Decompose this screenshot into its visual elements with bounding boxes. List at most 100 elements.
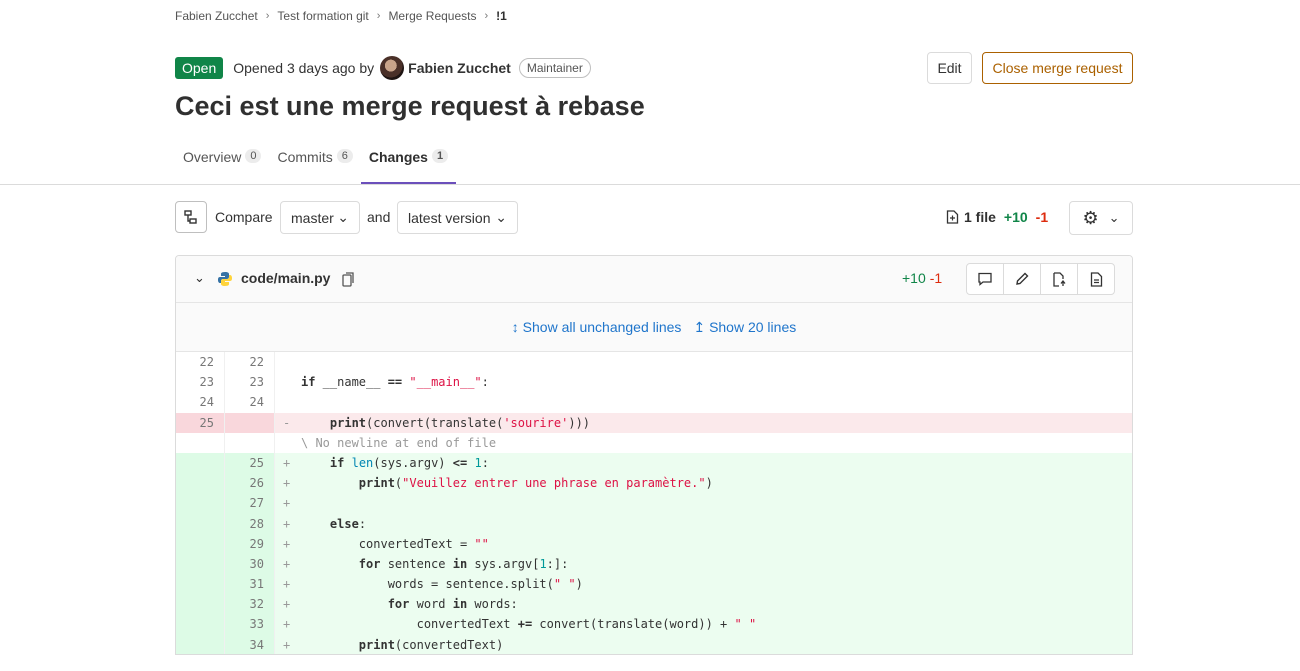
file-path[interactable]: code/main.py <box>241 270 330 286</box>
mr-header: Open Opened 3 days ago by Fabien Zucchet… <box>175 56 591 80</box>
new-line-number[interactable]: 29 <box>225 533 275 554</box>
new-line-number[interactable]: 23 <box>225 372 275 393</box>
tab-count: 6 <box>336 149 353 163</box>
diff-line: 34 + print(convertedText) <box>176 634 1132 654</box>
old-line-number[interactable] <box>176 452 225 474</box>
file-lines-added: +10 <box>902 270 926 286</box>
diff-file-header: ⌄ code/main.py +10 -1 <box>176 256 1132 303</box>
chevron-right-icon: › <box>484 10 489 22</box>
file-external-icon <box>1053 271 1066 287</box>
new-line-number[interactable] <box>225 432 275 453</box>
gear-icon: ⚙ <box>1082 207 1099 228</box>
line-content <box>275 352 1132 372</box>
diff-lines: 22 22 23 23 if __name__ == "__main__": 24 24… <box>176 352 1132 654</box>
old-line-number[interactable] <box>176 493 225 514</box>
old-line-number[interactable] <box>176 594 225 615</box>
author-name[interactable]: Fabien Zucchet <box>408 60 511 76</box>
show-all-unchanged-lines-link[interactable]: ↕ Show all unchanged lines <box>512 319 682 335</box>
breadcrumb: Fabien Zucchet › Test formation git › Merg… <box>175 9 507 23</box>
document-icon <box>1090 271 1102 287</box>
new-line-number[interactable]: 34 <box>225 634 275 654</box>
old-line-number[interactable] <box>176 432 225 453</box>
diff-line: 25 - print(convert(translate('sourire'))) <box>176 412 1132 433</box>
close-merge-request-button[interactable]: Close merge request <box>982 52 1133 84</box>
pencil-icon <box>1016 272 1029 285</box>
breadcrumb-mr-id[interactable]: !1 <box>496 9 507 23</box>
line-content: \ No newline at end of file <box>301 435 497 450</box>
old-line-number[interactable] <box>176 634 225 654</box>
file-tree-icon <box>184 210 197 224</box>
new-line-number[interactable]: 32 <box>225 594 275 615</box>
new-line-number[interactable] <box>225 412 275 433</box>
diff-line: 26 + print("Veuillez entrer une phrase en… <box>176 473 1132 494</box>
old-line-number[interactable]: 23 <box>176 372 225 393</box>
old-line-number[interactable]: 25 <box>176 412 225 433</box>
diff-line: 28 + else: <box>176 513 1132 534</box>
diff-line: \ No newline at end of file <box>176 432 1132 453</box>
diff-line: 29 + convertedText = "" <box>176 533 1132 554</box>
line-content: + print(convertedText) <box>283 637 504 652</box>
line-content: + print("Veuillez entrer une phrase en p… <box>283 476 713 491</box>
tab-label: Changes <box>368 149 428 165</box>
edit-file-button[interactable] <box>1003 263 1041 295</box>
breadcrumb-project[interactable]: Test formation git <box>277 9 368 23</box>
old-line-number[interactable] <box>176 614 225 635</box>
file-diff-icon <box>946 210 959 224</box>
view-source-button[interactable] <box>1077 263 1115 295</box>
tab-changes[interactable]: Changes 1 <box>360 143 457 184</box>
old-line-number[interactable]: 22 <box>176 352 225 373</box>
new-line-number[interactable]: 24 <box>225 392 275 413</box>
line-content: + convertedText += convert(translate(wor… <box>283 617 757 632</box>
new-line-number[interactable]: 30 <box>225 553 275 575</box>
chevron-down-icon[interactable]: ⌄ <box>194 270 205 286</box>
old-line-number[interactable]: 24 <box>176 392 225 413</box>
new-line-number[interactable]: 33 <box>225 614 275 635</box>
diff-stats: 1 file +10 -1 <box>946 209 1048 225</box>
page-title: Ceci est une merge request à rebase <box>175 91 645 121</box>
new-line-number[interactable]: 31 <box>225 574 275 595</box>
status-badge: Open <box>175 57 224 79</box>
old-line-number[interactable] <box>176 533 225 554</box>
python-icon <box>218 272 232 286</box>
link-label: Show all unchanged lines <box>522 319 682 335</box>
old-line-number[interactable] <box>176 473 225 494</box>
line-content: + words = sentence.split(" ") <box>283 577 583 592</box>
compare-target-dropdown[interactable]: latest version ⌄ <box>397 201 518 234</box>
compare-source-dropdown[interactable]: master ⌄ <box>280 201 360 234</box>
divider <box>0 184 1300 185</box>
and-label: and <box>367 209 391 225</box>
diff-settings-button[interactable]: ⚙ ⌄ <box>1069 201 1133 235</box>
diff-line: 23 23 if __name__ == "__main__": <box>176 372 1132 393</box>
line-content <box>275 392 1132 412</box>
file-diff-stats: +10 -1 <box>902 270 942 286</box>
avatar[interactable] <box>380 56 405 80</box>
show-20-lines-link[interactable]: ↥ Show 20 lines <box>693 319 796 336</box>
new-line-number[interactable]: 27 <box>225 493 275 514</box>
tab-label: Overview <box>183 149 242 165</box>
expand-lines-bar: ↕ Show all unchanged lines ↥ Show 20 lin… <box>176 303 1132 352</box>
old-line-number[interactable] <box>176 574 225 595</box>
old-line-number[interactable] <box>176 553 225 575</box>
comment-button[interactable] <box>966 263 1004 295</box>
lines-removed: -1 <box>1035 209 1049 225</box>
copy-icon[interactable] <box>342 272 355 287</box>
tab-commits[interactable]: Commits 6 <box>269 143 360 177</box>
line-content: + for word in words: <box>283 597 518 612</box>
expand-icon: ↕ <box>511 319 519 335</box>
view-file-button[interactable] <box>1040 263 1078 295</box>
opened-text: Opened 3 days ago by <box>233 60 375 76</box>
line-content: - print(convert(translate('sourire'))) <box>283 415 591 430</box>
breadcrumb-merge-requests[interactable]: Merge Requests <box>388 9 476 23</box>
new-line-number[interactable]: 22 <box>225 352 275 373</box>
chevron-down-icon: ⌄ <box>495 209 507 225</box>
tab-overview[interactable]: Overview 0 <box>175 143 269 177</box>
line-content: + convertedText = "" <box>283 536 489 551</box>
edit-button[interactable]: Edit <box>927 52 972 84</box>
new-line-number[interactable]: 26 <box>225 473 275 494</box>
file-tree-toggle-button[interactable] <box>175 201 207 233</box>
breadcrumb-user[interactable]: Fabien Zucchet <box>175 9 258 23</box>
new-line-number[interactable]: 25 <box>225 452 275 474</box>
new-line-number[interactable]: 28 <box>225 513 275 534</box>
mr-tabs: Overview 0 Commits 6 Changes 1 <box>175 143 457 184</box>
old-line-number[interactable] <box>176 513 225 534</box>
